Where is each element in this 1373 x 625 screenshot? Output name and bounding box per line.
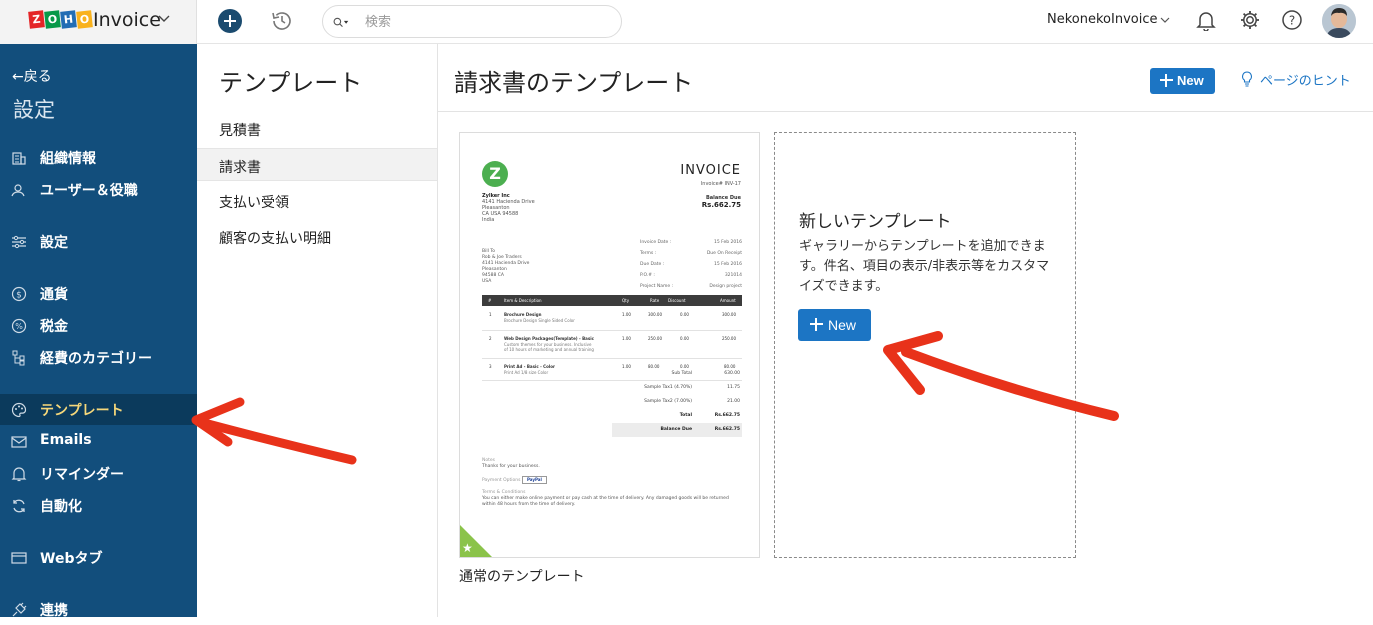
building-icon: [12, 152, 26, 165]
invoice-heading: INVOICE: [680, 163, 741, 178]
plus-icon: [810, 318, 823, 331]
sidebar-item-label: テンプレート: [40, 403, 124, 419]
sidebar-item-users-roles[interactable]: ユーザー＆役職: [0, 174, 197, 205]
sidebar-item-org-profile[interactable]: 組織情報: [0, 142, 197, 173]
tree-icon: [12, 350, 25, 366]
palette-icon: [11, 402, 27, 418]
subnav-item-label: 請求書: [219, 160, 261, 176]
sidebar-item-label: 通貨: [40, 287, 68, 303]
plug-icon: [12, 602, 27, 617]
subnav-item-label: 見積書: [219, 123, 261, 139]
currency-icon: $: [11, 286, 27, 302]
notification-bell-icon[interactable]: [1196, 9, 1216, 31]
search-input[interactable]: [365, 12, 605, 32]
company-logo: Z: [482, 161, 508, 187]
chevron-down-icon[interactable]: [1160, 17, 1170, 24]
users-icon: [11, 184, 25, 197]
browser-icon: [11, 552, 27, 564]
subnav-item-quotes[interactable]: 見積書: [197, 112, 437, 145]
bell-icon: [11, 467, 27, 482]
star-icon: ★: [462, 541, 473, 555]
sidebar-item-integrations[interactable]: 連携: [0, 594, 197, 625]
page-title: 請求書のテンプレート: [454, 69, 694, 97]
subnav-item-payment-receipts[interactable]: 支払い受領: [197, 184, 437, 217]
sidebar-item-label: ユーザー＆役職: [40, 183, 138, 199]
sidebar-item-label: 設定: [40, 235, 68, 251]
sidebar-item-preferences[interactable]: 設定: [0, 226, 197, 257]
top-bar: ZOHO Invoice NekonekoInvoice ?: [0, 0, 1373, 44]
subnav-item-label: 支払い受領: [219, 195, 289, 211]
sidebar-item-templates[interactable]: テンプレート: [0, 394, 197, 425]
plus-icon: [1160, 74, 1173, 87]
subnav-item-label: 顧客の支払い明細: [219, 231, 331, 247]
invoice-notes: Notes Thanks for your business. Payment …: [482, 458, 729, 507]
percent-icon: %: [11, 318, 27, 334]
chevron-down-icon: [158, 15, 170, 22]
sliders-icon: [12, 235, 26, 249]
subnav-item-invoices[interactable]: 請求書: [197, 148, 437, 181]
quick-create-icon[interactable]: [218, 9, 242, 33]
sidebar-item-label: 連携: [40, 603, 68, 619]
bill-to-address: Bill To Rob & Joe Traders 4141 Hacienda …: [482, 249, 530, 284]
table-row: 1 Brochure Design Brochure Design Single…: [482, 309, 742, 331]
subnav-title: テンプレート: [219, 69, 363, 97]
annotation-arrow-templates: [191, 397, 357, 465]
brand-switcher[interactable]: ZOHO Invoice: [0, 0, 197, 44]
page-tips-link[interactable]: ページのヒント: [1260, 70, 1351, 89]
zoho-logo: ZOHO: [28, 10, 93, 29]
sidebar-item-label: 税金: [40, 319, 68, 335]
org-switcher[interactable]: NekonekoInvoice: [1047, 12, 1157, 27]
annotation-arrow-new: [883, 331, 1119, 421]
button-label: New: [1177, 73, 1204, 88]
sidebar-item-expense-categories[interactable]: 経費のカテゴリー: [0, 342, 197, 373]
svg-text:$: $: [16, 291, 22, 301]
settings-sidebar: ←戻る 設定 組織情報 ユーザー＆役職 設定 $ 通貨 % 税金 経費のカテゴリ…: [0, 44, 197, 619]
sidebar-item-emails[interactable]: Emails: [0, 426, 197, 457]
table-row: 2 Web Design Packages(Template) - Basic …: [482, 333, 742, 359]
help-icon[interactable]: ?: [1281, 9, 1303, 31]
table-row: 3 Print Ad - Basic - Color Print Ad 1/8 …: [482, 361, 742, 381]
paypal-logo: PayPal: [521, 476, 547, 484]
refresh-icon: [13, 499, 25, 513]
invoice-number: Invoice# INV-17: [700, 181, 741, 187]
invoice-meta: Invoice Date :15 Feb 2016 Terms : Due On …: [640, 240, 742, 289]
search-box[interactable]: [322, 5, 622, 38]
sidebar-item-label: リマインダー: [40, 467, 124, 483]
sidebar-title: 設定: [13, 98, 55, 122]
default-template-card[interactable]: Z INVOICE Invoice# INV-17 Balance Due Rs…: [459, 132, 760, 558]
brand-name: Invoice: [93, 9, 161, 31]
templates-subnav: テンプレート 見積書 請求書 支払い受領 顧客の支払い明細: [197, 44, 438, 617]
svg-text:%: %: [15, 322, 23, 331]
new-template-title: 新しいテンプレート: [799, 212, 952, 232]
sidebar-item-web-tabs[interactable]: Webタブ: [0, 542, 197, 573]
sidebar-item-label: Emails: [40, 432, 92, 448]
sidebar-item-label: 組織情報: [40, 151, 96, 167]
new-template-button[interactable]: New: [1150, 68, 1215, 94]
sidebar-item-label: 経費のカテゴリー: [40, 351, 152, 367]
sidebar-item-label: Webタブ: [40, 551, 103, 567]
add-template-button[interactable]: New: [798, 309, 871, 341]
sidebar-item-currencies[interactable]: $ 通貨: [0, 278, 197, 309]
balance-due-amount: Rs.662.75: [701, 201, 741, 209]
template-caption: 通常のテンプレート: [459, 569, 585, 585]
sidebar-item-taxes[interactable]: % 税金: [0, 310, 197, 341]
button-label: New: [828, 317, 857, 333]
user-avatar[interactable]: [1322, 4, 1356, 38]
search-icon[interactable]: [333, 15, 349, 31]
subnav-item-customer-statements[interactable]: 顧客の支払い明細: [197, 220, 437, 253]
gear-icon[interactable]: [1239, 9, 1261, 31]
org-address: Zylker Inc 4141 Hacienda Drive Pleasanto…: [482, 193, 535, 223]
sidebar-item-label: 自動化: [40, 499, 82, 515]
sidebar-item-automation[interactable]: 自動化: [0, 490, 197, 521]
lightbulb-icon[interactable]: [1241, 71, 1253, 87]
svg-text:?: ?: [1289, 14, 1295, 28]
main-header: 請求書のテンプレート New ページのヒント: [438, 44, 1373, 112]
items-table-header: # Item & Description Qty Rate Discount A…: [482, 295, 742, 306]
new-template-description: ギャラリーからテンプレートを追加できます。件名、項目の表示/非表示等をカスタマイ…: [799, 239, 1050, 294]
history-icon[interactable]: [270, 9, 294, 33]
back-link[interactable]: ←戻る: [12, 66, 52, 86]
sidebar-item-reminders[interactable]: リマインダー: [0, 458, 197, 489]
mail-icon: [11, 436, 27, 448]
